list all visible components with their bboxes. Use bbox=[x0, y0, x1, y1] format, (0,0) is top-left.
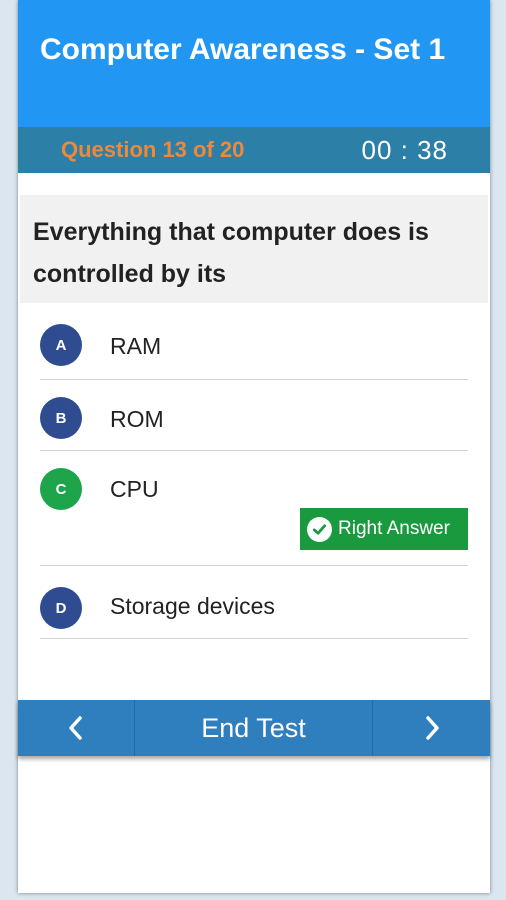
previous-button[interactable] bbox=[18, 700, 135, 756]
next-button[interactable] bbox=[372, 700, 490, 756]
option-label: Storage devices bbox=[110, 593, 275, 619]
option-b[interactable]: B ROM bbox=[40, 381, 468, 451]
check-circle-icon bbox=[307, 516, 332, 542]
countdown-timer: 00 : 38 bbox=[361, 134, 448, 165]
option-c[interactable]: C CPU Right Answer bbox=[40, 452, 468, 566]
end-test-button[interactable]: End Test bbox=[135, 700, 372, 756]
option-d[interactable]: D Storage devices bbox=[40, 567, 468, 639]
question-counter: Question 13 of 20 bbox=[61, 137, 245, 162]
option-label: RAM bbox=[110, 333, 162, 359]
option-letter-badge: B bbox=[40, 397, 82, 439]
right-answer-badge: Right Answer bbox=[300, 508, 468, 550]
chevron-right-icon bbox=[425, 716, 439, 740]
option-letter-badge: A bbox=[40, 324, 82, 366]
option-label: ROM bbox=[110, 406, 164, 432]
quiz-screen: Computer Awareness - Set 1 Question 13 o… bbox=[18, 0, 490, 893]
option-letter-badge: D bbox=[40, 587, 82, 629]
option-letter-badge: C bbox=[40, 468, 82, 510]
question-text: Everything that computer does is control… bbox=[20, 195, 488, 303]
right-answer-label: Right Answer bbox=[338, 518, 450, 539]
quiz-title-bar: Computer Awareness - Set 1 bbox=[18, 0, 490, 127]
bottom-nav-bar: End Test bbox=[18, 700, 490, 756]
chevron-left-icon bbox=[69, 716, 82, 740]
status-bar: Question 13 of 20 00 : 38 bbox=[18, 127, 490, 173]
quiz-title: Computer Awareness - Set 1 bbox=[40, 33, 446, 66]
option-label: CPU bbox=[110, 476, 159, 502]
option-a[interactable]: A RAM bbox=[40, 308, 468, 380]
